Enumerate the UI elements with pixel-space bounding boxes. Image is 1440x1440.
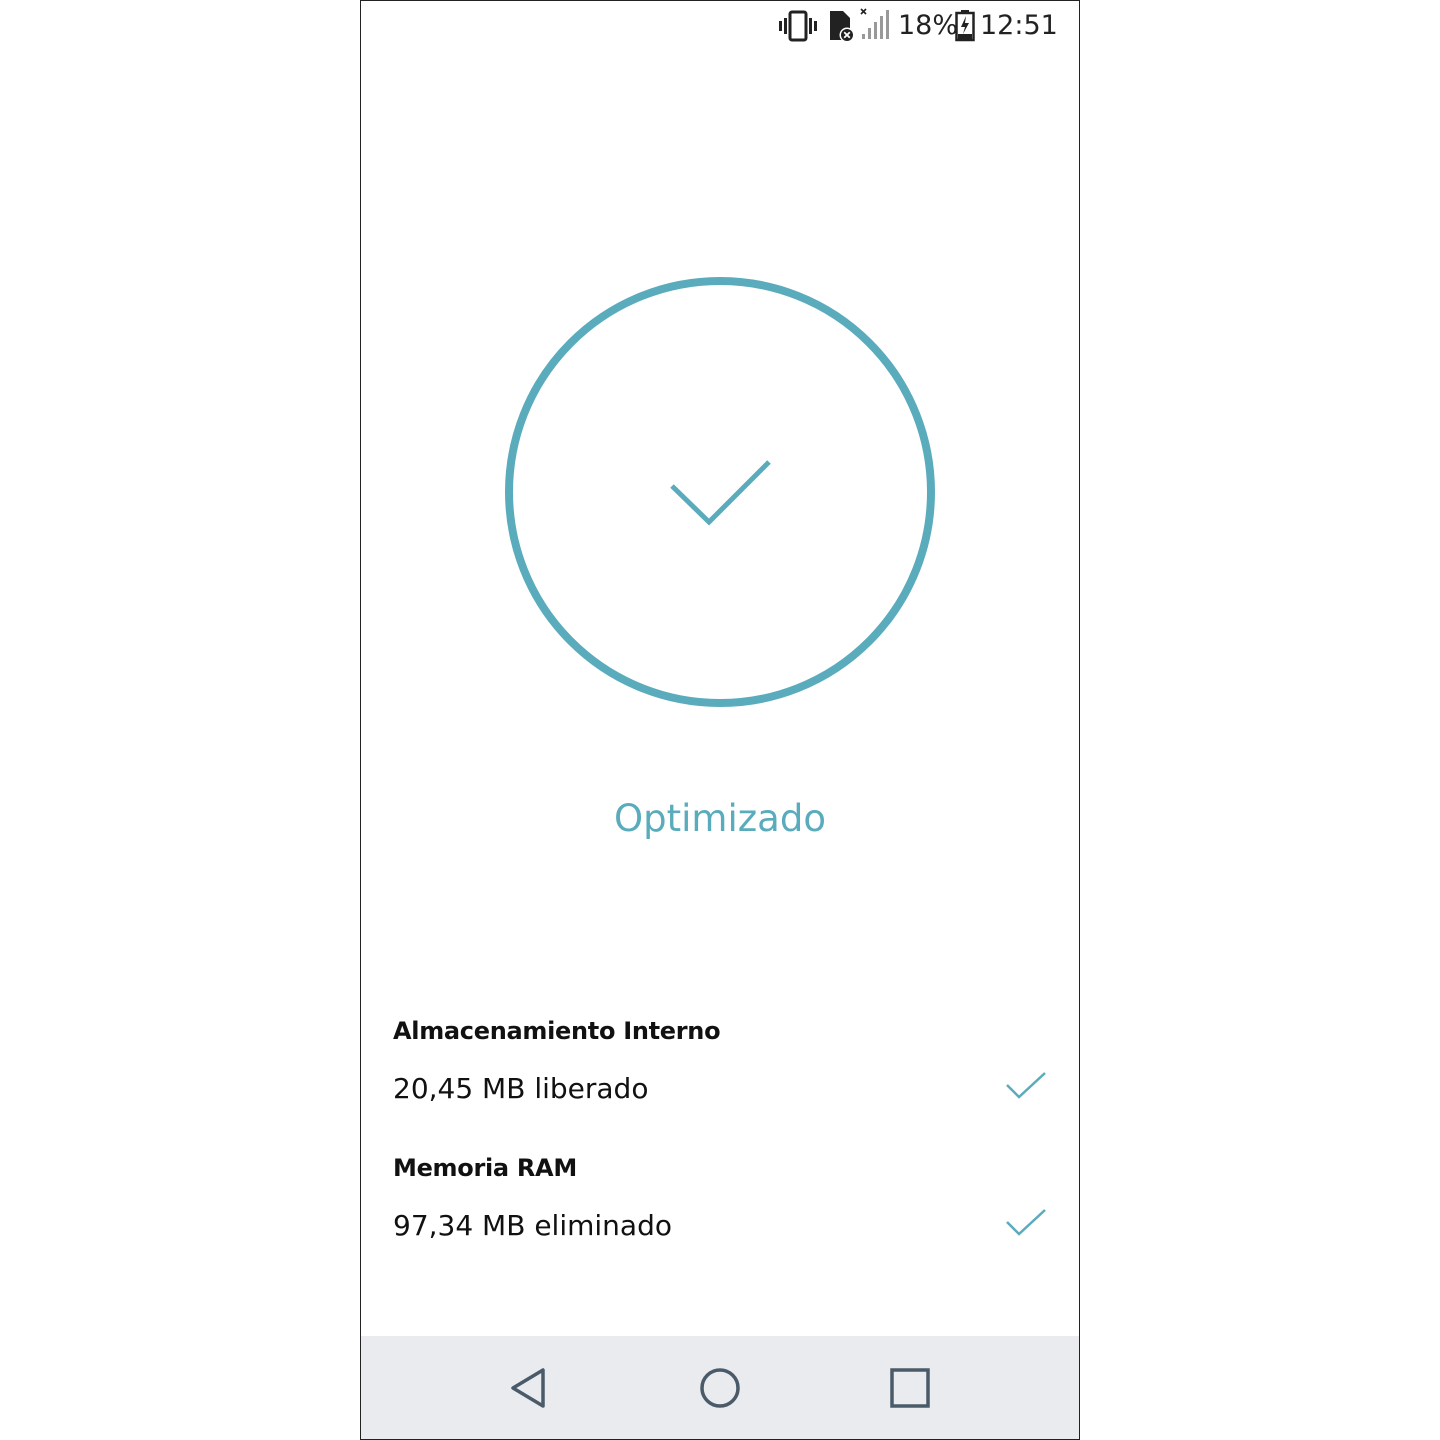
result-title: Almacenamiento Interno [393,1017,721,1045]
battery-charging-icon [955,10,975,42]
check-circle-icon [505,277,935,707]
battery-percent: 18% [898,10,959,41]
result-title: Memoria RAM [393,1154,577,1182]
phone-screen: 18% 12:51 Optimizado Almacenamiento Inte… [360,0,1080,1440]
signal-off-icon [860,8,889,39]
clock: 12:51 [980,10,1058,41]
check-icon [1006,1072,1046,1099]
status-title: Optimizado [614,797,826,840]
result-item-storage: Almacenamiento Interno 20,45 MB liberado [393,1015,1047,1107]
navigation-bar [361,1336,1079,1439]
home-icon[interactable] [697,1365,743,1411]
vibrate-icon [779,10,817,42]
no-sim-icon [830,11,855,43]
check-icon [1006,1209,1046,1236]
back-icon[interactable] [507,1365,553,1411]
result-value: 20,45 MB liberado [393,1072,649,1105]
result-value: 97,34 MB eliminado [393,1209,672,1242]
recents-icon[interactable] [887,1365,933,1411]
status-bar: 18% 12:51 [361,1,1079,51]
result-item-ram: Memoria RAM 97,34 MB eliminado [393,1152,1047,1244]
